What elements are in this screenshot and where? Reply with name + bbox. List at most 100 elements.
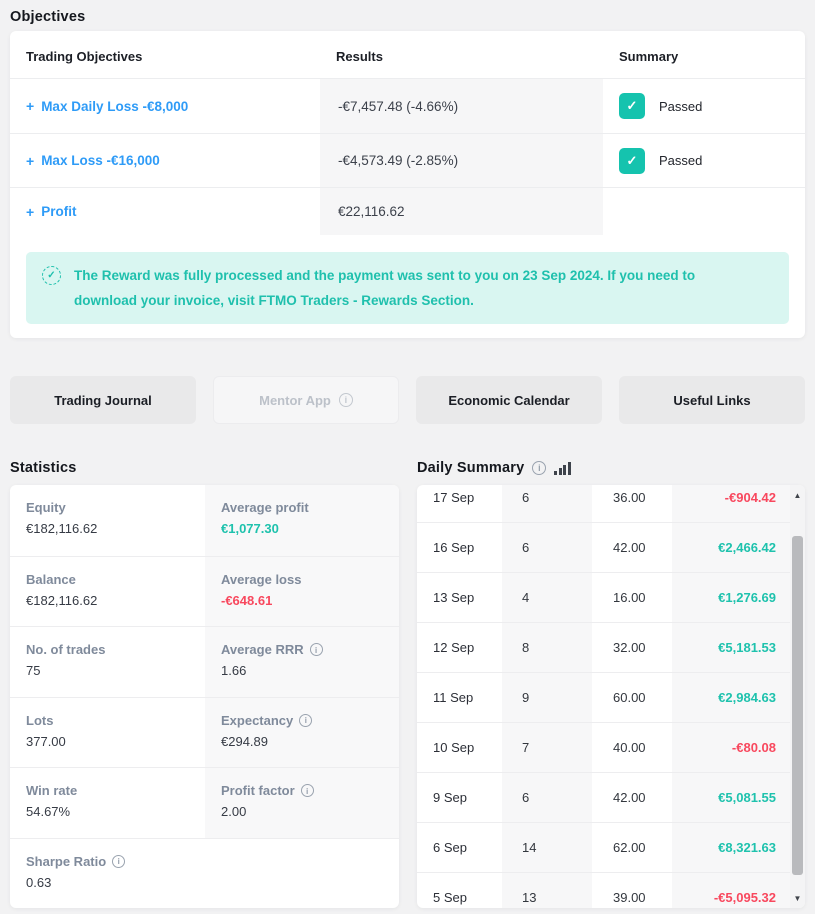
daily-result: €5,181.53 <box>672 623 790 672</box>
daily-lots: 16.00 <box>613 590 646 605</box>
objectives-section-title: Objectives <box>10 9 86 25</box>
stat-label: Average RRR <box>221 642 304 657</box>
mentor-app-button: Mentor App i <box>213 376 399 424</box>
trading-journal-button[interactable]: Trading Journal <box>10 376 196 424</box>
scrollbar-thumb[interactable] <box>792 536 803 875</box>
daily-summary-scrollbar[interactable]: ▲ ▼ <box>790 485 805 908</box>
daily-lots: 60.00 <box>613 690 646 705</box>
useful-links-button[interactable]: Useful Links <box>619 376 805 424</box>
status-label: Passed <box>659 153 703 168</box>
check-glyph: ✓ <box>626 98 638 113</box>
stat-value: 75 <box>26 663 41 678</box>
bar-chart-icon[interactable] <box>554 461 571 475</box>
objective-row-max-daily-loss: + Max Daily Loss -€8,000 -€7,457.48 (-4.… <box>10 78 805 133</box>
daily-date: 12 Sep <box>433 640 475 655</box>
scroll-up-icon[interactable]: ▲ <box>790 488 805 502</box>
lower-columns: Statistics Equity €182,116.62 Average pr… <box>10 458 805 908</box>
daily-result: €8,321.63 <box>672 823 790 872</box>
daily-trades: 4 <box>502 573 592 622</box>
table-row: 12 Sep 8 32.00 €5,181.53 <box>417 623 790 673</box>
stat-label: Lots <box>26 712 54 728</box>
stat-average-loss: Average loss -€648.61 <box>205 555 399 626</box>
daily-trades: 8 <box>502 623 592 672</box>
stat-label: Equity <box>26 500 66 515</box>
stat-value: -€648.61 <box>221 592 273 608</box>
objective-label: Max Loss -€16,000 <box>41 153 160 168</box>
stat-value: 377.00 <box>26 733 66 749</box>
daily-trades: 9 <box>502 673 592 722</box>
info-icon[interactable]: i <box>300 784 314 797</box>
stat-lots: Lots 377.00 <box>10 696 205 768</box>
info-icon[interactable]: i <box>112 854 126 868</box>
economic-calendar-button[interactable]: Economic Calendar <box>416 376 602 424</box>
daily-trades: 13 <box>502 873 592 908</box>
statistics-section-title: Statistics <box>10 459 77 476</box>
stat-value: 1.66 <box>221 663 247 678</box>
daily-date: 10 Sep <box>433 740 475 755</box>
table-row: 13 Sep 4 16.00 €1,276.69 <box>417 573 790 623</box>
statistics-card: Equity €182,116.62 Average profit €1,077… <box>10 485 399 908</box>
column-header-results: Results <box>336 49 383 64</box>
column-header-trading-objectives: Trading Objectives <box>26 49 143 64</box>
objective-link-max-loss[interactable]: + Max Loss -€16,000 <box>10 134 320 187</box>
objective-link-max-daily-loss[interactable]: + Max Daily Loss -€8,000 <box>10 79 320 133</box>
stat-value: €294.89 <box>221 733 268 749</box>
objective-link-profit[interactable]: + Profit <box>10 188 320 235</box>
expand-plus-icon: + <box>26 203 35 220</box>
info-icon[interactable]: i <box>299 713 313 727</box>
dashed-circle-check-icon: ✓ <box>42 266 61 285</box>
info-icon[interactable]: i <box>532 461 547 475</box>
expand-plus-icon: + <box>26 152 35 169</box>
daily-date: 11 Sep <box>433 690 474 705</box>
daily-date: 5 Sep <box>433 890 467 905</box>
expand-plus-icon: + <box>26 98 35 114</box>
stat-balance: Balance €182,116.62 <box>10 555 205 627</box>
objective-label: Max Daily Loss -€8,000 <box>41 98 189 114</box>
reward-processed-banner: ✓ The Reward was fully processed and the… <box>26 252 789 324</box>
objective-result: -€4,573.49 (-2.85%) <box>320 134 603 187</box>
table-row: 10 Sep 7 40.00 -€80.08 <box>417 723 790 773</box>
mentor-app-label: Mentor App <box>259 392 331 408</box>
column-header-summary: Summary <box>619 49 679 64</box>
stat-label: No. of trades <box>26 642 106 657</box>
stat-empty-cell <box>205 837 399 909</box>
status-label: Passed <box>659 98 703 114</box>
objective-label: Profit <box>41 204 77 219</box>
daily-result: -€80.08 <box>672 723 790 772</box>
stat-win-rate: Win rate 54.67% <box>10 767 205 838</box>
statistics-section: Statistics Equity €182,116.62 Average pr… <box>10 458 399 908</box>
stat-label: Average profit <box>221 500 309 515</box>
objective-result: -€7,457.48 (-4.66%) <box>320 79 603 133</box>
daily-result: €2,466.42 <box>672 523 790 572</box>
stat-profit-factor: Profit factor i 2.00 <box>205 767 399 838</box>
objective-summary: ✓ Passed <box>603 134 805 187</box>
check-glyph: ✓ <box>47 270 56 281</box>
daily-summary-section: Daily Summary i 17 Sep 6 36.00 -€904.42 … <box>417 458 805 908</box>
objective-row-max-loss: + Max Loss -€16,000 -€4,573.49 (-2.85%) … <box>10 133 805 187</box>
daily-lots: 42.00 <box>613 790 646 805</box>
daily-result: €5,081.55 <box>672 773 790 822</box>
stat-value: 54.67% <box>26 804 71 819</box>
daily-summary-card: 17 Sep 6 36.00 -€904.42 16 Sep 6 42.00 €… <box>417 485 805 908</box>
table-row: 6 Sep 14 62.00 €8,321.63 <box>417 823 790 873</box>
dashboard-page: Objectives Trading Objectives Results Su… <box>0 0 815 914</box>
stat-equity: Equity €182,116.62 <box>10 485 205 556</box>
table-row: 17 Sep 6 36.00 -€904.42 <box>417 485 790 523</box>
daily-lots: 39.00 <box>613 890 646 905</box>
table-row: 5 Sep 13 39.00 -€5,095.32 <box>417 873 790 908</box>
daily-lots: 36.00 <box>613 490 646 505</box>
stat-value: €182,116.62 <box>26 521 98 536</box>
daily-result: €2,984.63 <box>672 673 790 722</box>
table-row: 9 Sep 6 42.00 €5,081.55 <box>417 773 790 823</box>
info-icon[interactable]: i <box>309 643 323 656</box>
stat-average-rrr: Average RRR i 1.66 <box>205 626 399 697</box>
objective-result: €22,116.62 <box>320 188 603 235</box>
banner-message: The Reward was fully processed and the p… <box>74 268 696 308</box>
daily-date: 17 Sep <box>433 490 475 505</box>
scroll-down-icon[interactable]: ▼ <box>790 891 805 905</box>
daily-summary-section-title: Daily Summary <box>417 459 525 476</box>
daily-result: -€5,095.32 <box>672 873 790 908</box>
stat-label: Balance <box>26 571 76 587</box>
daily-lots: 40.00 <box>613 740 646 755</box>
objectives-card: Trading Objectives Results Summary + Max… <box>10 31 805 338</box>
